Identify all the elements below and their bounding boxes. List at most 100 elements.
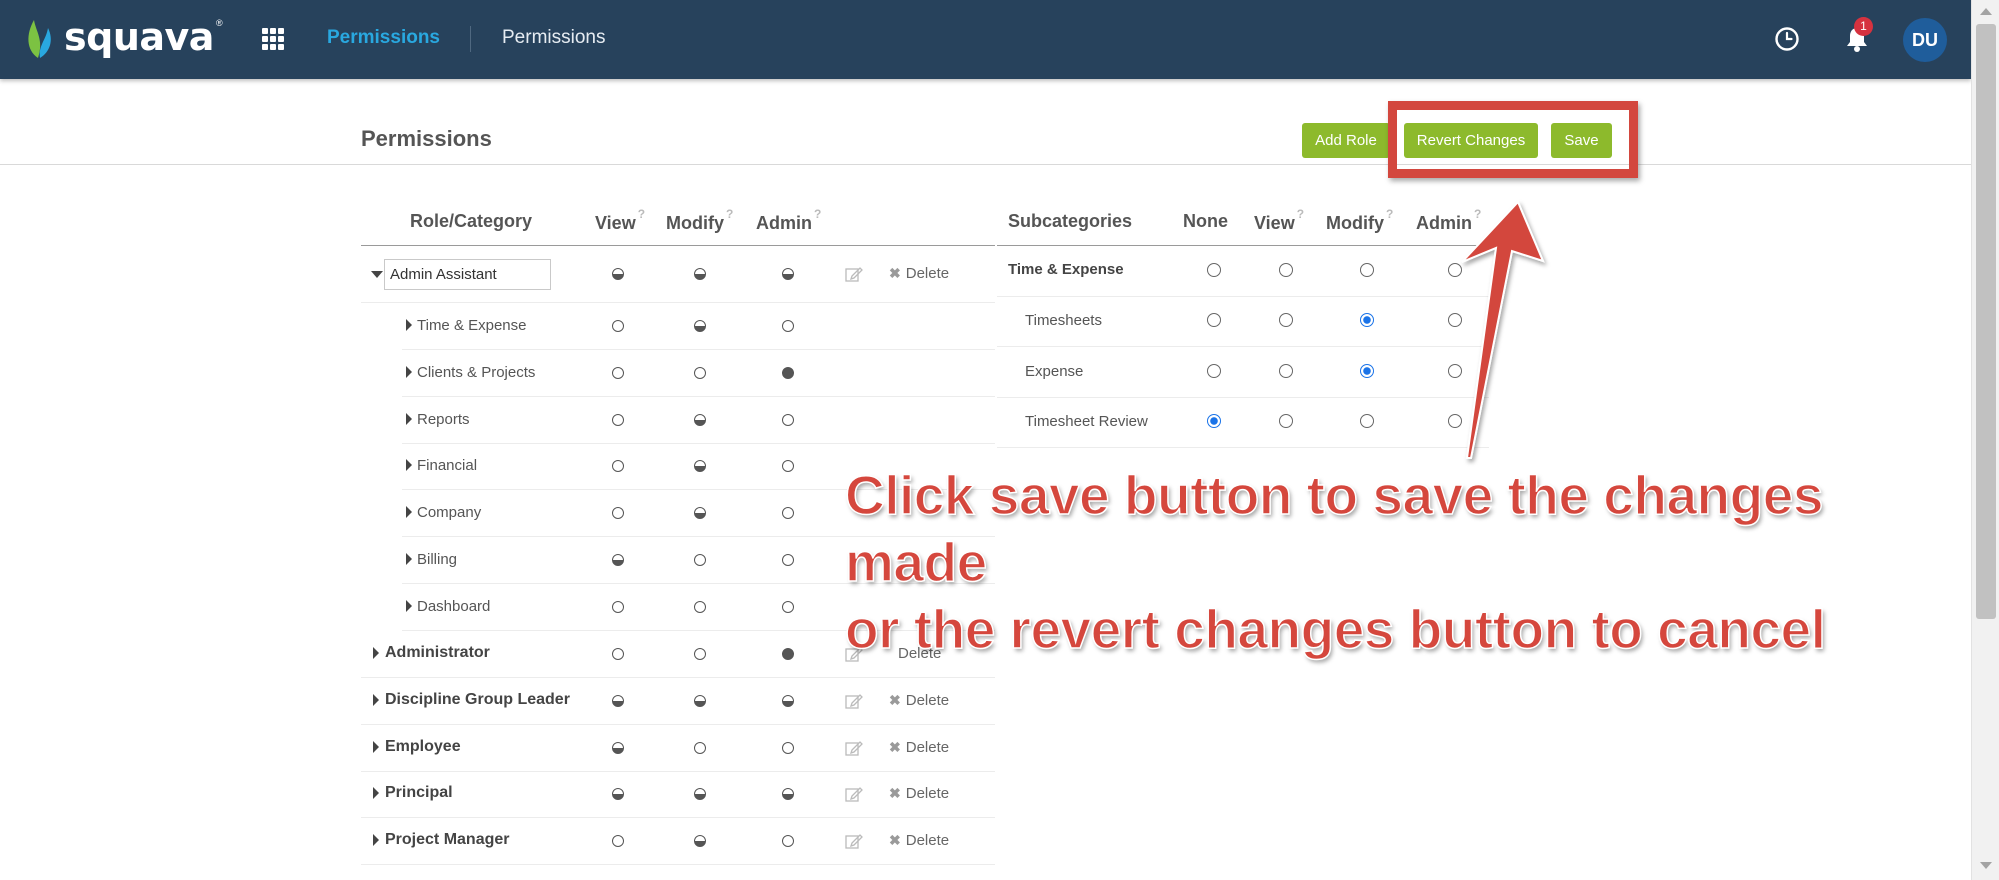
category-2-view-radio[interactable] xyxy=(612,413,624,426)
edit-icon[interactable] xyxy=(845,693,863,709)
role-0-view-radio[interactable] xyxy=(612,648,624,660)
category-2-admin-radio[interactable] xyxy=(782,413,794,426)
category-4-modify-radio[interactable] xyxy=(694,507,706,520)
expand-caret-icon[interactable] xyxy=(373,740,379,753)
category-label[interactable]: Reports xyxy=(417,411,470,428)
expand-caret-icon[interactable] xyxy=(406,412,412,425)
role-label[interactable]: Principal xyxy=(385,784,453,802)
subcategory-0-none-radio[interactable] xyxy=(1207,313,1221,327)
admin-assistant-view-radio[interactable] xyxy=(612,268,624,280)
nav-permissions-active[interactable]: Permissions xyxy=(327,27,440,49)
subcategory-2-none-radio[interactable] xyxy=(1207,414,1221,428)
subcategory-1-none-radio[interactable] xyxy=(1207,363,1221,378)
time-expense-modify-radio[interactable] xyxy=(1360,263,1374,277)
scrollbar-thumb[interactable] xyxy=(1976,24,1996,619)
role-0-modify-radio[interactable] xyxy=(694,648,706,660)
delete-button[interactable]: ✖ Delete xyxy=(889,265,949,282)
subcategory-1-modify-radio[interactable] xyxy=(1360,363,1374,378)
scroll-up-arrow-icon[interactable] xyxy=(1980,8,1992,15)
role-label[interactable]: Discipline Group Leader xyxy=(385,691,570,709)
role-2-admin-radio[interactable] xyxy=(782,741,794,754)
expand-caret-icon[interactable] xyxy=(406,506,412,519)
category-label[interactable]: Billing xyxy=(417,551,457,568)
role-4-admin-radio[interactable] xyxy=(782,835,794,848)
help-icon[interactable]: ? xyxy=(814,207,821,221)
expand-caret-icon[interactable] xyxy=(373,787,379,800)
category-label[interactable]: Company xyxy=(417,504,481,521)
category-4-view-radio[interactable] xyxy=(612,507,624,520)
category-5-admin-radio[interactable] xyxy=(782,554,794,566)
role-1-view-radio[interactable] xyxy=(612,694,624,707)
role-name-input[interactable] xyxy=(384,259,551,290)
squava-logo[interactable]: squava ® xyxy=(24,12,223,62)
role-3-modify-radio[interactable] xyxy=(694,788,706,801)
admin-assistant-admin-radio[interactable] xyxy=(782,268,794,280)
delete-button[interactable]: ✖ Delete xyxy=(889,832,949,849)
role-3-view-radio[interactable] xyxy=(612,788,624,801)
clock-icon[interactable] xyxy=(1774,26,1800,52)
role-4-view-radio[interactable] xyxy=(612,835,624,848)
scroll-down-arrow-icon[interactable] xyxy=(1980,862,1992,869)
edit-icon[interactable] xyxy=(845,833,863,849)
category-3-modify-radio[interactable] xyxy=(694,460,706,473)
time-expense-none-radio[interactable] xyxy=(1207,263,1221,277)
expand-caret-icon[interactable] xyxy=(406,553,412,565)
subcategory-0-view-radio[interactable] xyxy=(1279,313,1293,327)
role-2-modify-radio[interactable] xyxy=(694,741,706,754)
role-label[interactable]: Project Manager xyxy=(385,831,509,849)
time-expense-view-radio[interactable] xyxy=(1279,263,1293,277)
collapse-caret-icon[interactable] xyxy=(371,271,383,278)
category-4-admin-radio[interactable] xyxy=(782,507,794,520)
role-4-modify-radio[interactable] xyxy=(694,835,706,848)
category-3-admin-radio[interactable] xyxy=(782,460,794,473)
category-2-modify-radio[interactable] xyxy=(694,413,706,426)
expand-caret-icon[interactable] xyxy=(406,319,412,331)
category-1-modify-radio[interactable] xyxy=(694,366,706,379)
role-label[interactable]: Administrator xyxy=(385,644,490,662)
category-1-admin-radio[interactable] xyxy=(782,366,794,379)
category-6-admin-radio[interactable] xyxy=(782,600,794,613)
expand-caret-icon[interactable] xyxy=(373,647,379,659)
expand-caret-icon[interactable] xyxy=(373,693,379,706)
category-label[interactable]: Time & Expense xyxy=(417,317,527,334)
subcategory-2-view-radio[interactable] xyxy=(1279,414,1293,428)
delete-button[interactable]: ✖ Delete xyxy=(889,739,949,756)
edit-icon[interactable] xyxy=(845,266,863,282)
admin-assistant-modify-radio[interactable] xyxy=(694,268,706,280)
role-2-view-radio[interactable] xyxy=(612,741,624,754)
category-5-modify-radio[interactable] xyxy=(694,554,706,566)
category-3-view-radio[interactable] xyxy=(612,460,624,473)
category-6-modify-radio[interactable] xyxy=(694,600,706,613)
expand-caret-icon[interactable] xyxy=(406,599,412,612)
category-0-view-radio[interactable] xyxy=(612,320,624,332)
category-1-view-radio[interactable] xyxy=(612,366,624,379)
expand-caret-icon[interactable] xyxy=(373,834,379,847)
category-0-modify-radio[interactable] xyxy=(694,320,706,332)
category-label[interactable]: Financial xyxy=(417,457,477,474)
category-5-view-radio[interactable] xyxy=(612,554,624,566)
expand-caret-icon[interactable] xyxy=(406,459,412,472)
page-scrollbar[interactable] xyxy=(1971,0,1999,880)
role-1-admin-radio[interactable] xyxy=(782,694,794,707)
subcategory-2-modify-radio[interactable] xyxy=(1360,414,1374,428)
help-icon[interactable]: ? xyxy=(1297,207,1304,221)
category-0-admin-radio[interactable] xyxy=(782,320,794,332)
apps-grid-icon[interactable] xyxy=(262,28,284,50)
help-icon[interactable]: ? xyxy=(1386,207,1393,221)
nav-breadcrumb-permissions[interactable]: Permissions xyxy=(502,27,605,49)
delete-button[interactable]: ✖ Delete xyxy=(889,692,949,709)
role-label[interactable]: Employee xyxy=(385,738,461,756)
subcategory-0-modify-radio[interactable] xyxy=(1360,313,1374,327)
category-6-view-radio[interactable] xyxy=(612,600,624,613)
category-label[interactable]: Clients & Projects xyxy=(417,364,535,381)
role-0-admin-radio[interactable] xyxy=(782,648,794,660)
subcategory-1-view-radio[interactable] xyxy=(1279,363,1293,378)
help-icon[interactable]: ? xyxy=(726,207,733,221)
add-role-button[interactable]: Add Role xyxy=(1302,123,1390,158)
category-label[interactable]: Dashboard xyxy=(417,598,490,615)
edit-icon[interactable] xyxy=(845,740,863,756)
user-avatar[interactable]: DU xyxy=(1903,18,1947,62)
help-icon[interactable]: ? xyxy=(638,207,645,221)
delete-button[interactable]: ✖ Delete xyxy=(889,785,949,802)
expand-caret-icon[interactable] xyxy=(406,365,412,378)
